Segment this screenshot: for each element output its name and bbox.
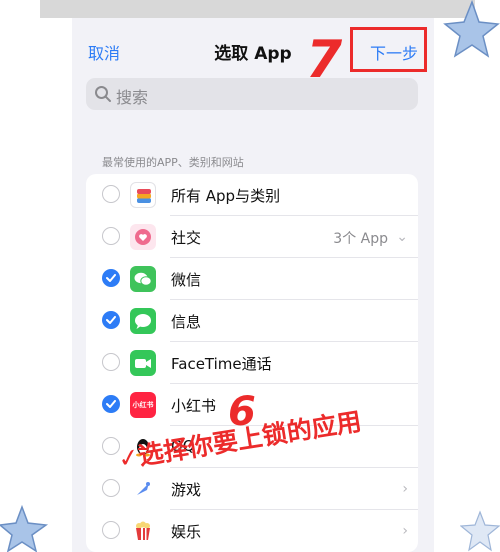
item-label: 游戏 [171, 481, 202, 499]
search-placeholder: 搜索 [116, 88, 149, 107]
list-item-social[interactable]: 社交 3个 App ⌄ [86, 216, 418, 258]
xiaohongshu-icon: 小红书 [130, 392, 156, 418]
app-count: 3个 App [333, 231, 388, 247]
search-field[interactable]: 搜索 [86, 78, 418, 110]
item-label: 信息 [171, 313, 202, 331]
list-item-entertainment[interactable]: 娱乐 › [86, 510, 418, 552]
checkbox[interactable] [102, 521, 120, 539]
checkbox-checked[interactable] [102, 395, 120, 413]
step-number-7: 7 [306, 30, 343, 90]
list-item-wechat[interactable]: 微信 [86, 258, 418, 300]
wechat-icon [130, 266, 156, 292]
checkbox-checked[interactable] [102, 311, 120, 329]
app-list: 所有 App与类别 社交 3个 App ⌄ 微信 信息 FaceTime通话 小… [86, 174, 418, 552]
item-label: 娱乐 [171, 523, 202, 541]
stack-icon [130, 182, 156, 208]
search-icon [95, 86, 111, 102]
checkbox[interactable] [102, 479, 120, 497]
item-label: FaceTime通话 [171, 355, 272, 373]
item-label: 微信 [171, 271, 202, 289]
checkbox[interactable] [102, 353, 120, 371]
list-item-facetime[interactable]: FaceTime通话 [86, 342, 418, 384]
chevron-right-icon[interactable]: › [402, 523, 408, 539]
checkbox[interactable] [102, 185, 120, 203]
item-label: 社交 [171, 229, 202, 247]
item-label: 小红书 [171, 397, 217, 415]
item-label: 所有 App与类别 [171, 187, 281, 205]
checkbox-checked[interactable] [102, 269, 120, 287]
star-decoration-bottom-left [0, 505, 49, 552]
list-item-games[interactable]: 游戏 › [86, 468, 418, 510]
popcorn-icon [130, 518, 156, 544]
messages-icon [130, 308, 156, 334]
checkbox[interactable] [102, 227, 120, 245]
star-decoration-top-right [443, 0, 500, 58]
facetime-icon [130, 350, 156, 376]
next-step-highlight [350, 27, 427, 72]
chevron-down-icon[interactable]: ⌄ [396, 229, 408, 245]
star-decoration-bottom-right [460, 510, 500, 552]
social-icon [130, 224, 156, 250]
list-item-messages[interactable]: 信息 [86, 300, 418, 342]
list-item-all-apps[interactable]: 所有 App与类别 [86, 174, 418, 216]
window-frame-top [40, 0, 475, 18]
section-header: 最常使用的APP、类别和网站 [102, 156, 244, 169]
chevron-right-icon[interactable]: › [402, 481, 408, 497]
games-icon [130, 476, 156, 502]
